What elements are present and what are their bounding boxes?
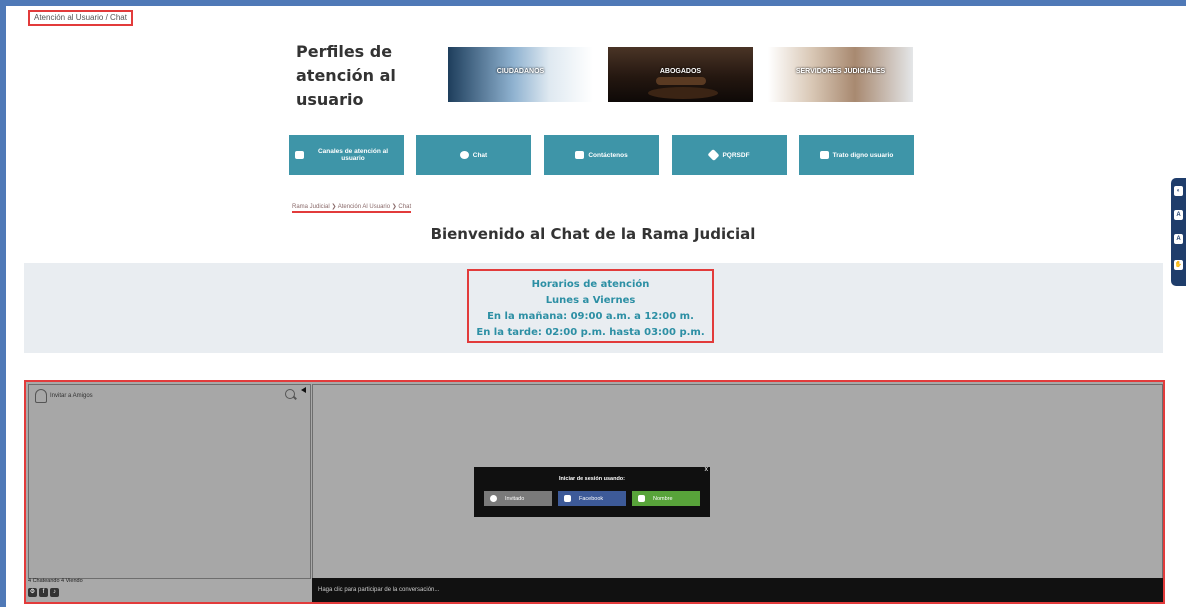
invite-friends-link[interactable]: Invitar a Amigos — [35, 389, 93, 403]
conversation-pane — [312, 384, 1163, 579]
hours-box: Horarios de atención Lunes a Viernes En … — [467, 269, 714, 343]
top-breadcrumb[interactable]: Atención al Usuario / Chat — [28, 10, 133, 26]
chat-bubble-icon — [490, 495, 497, 502]
nav-button-label: Chat — [472, 151, 488, 159]
user-list-pane: Invitar a Amigos — [28, 384, 311, 579]
login-title: Iniciar de sesión usando: — [558, 476, 626, 482]
nav-button-canales[interactable]: Canales de atención al usuario — [289, 135, 404, 175]
chat-tool-icons: ⚙ f ♪ — [28, 588, 59, 597]
hours-afternoon: En la tarde: 02:00 p.m. hasta 03:00 p.m. — [476, 327, 705, 338]
nav-button-trato-digno[interactable]: Trato digno usuario — [799, 135, 914, 175]
settings-icon[interactable]: ⚙ — [28, 588, 37, 597]
login-facebook-button[interactable]: Facebook — [558, 491, 626, 506]
nav-button-pqrsdf[interactable]: PQRSDF — [672, 135, 787, 175]
login-facebook-label: Facebook — [579, 495, 604, 502]
hours-morning: En la mañana: 09:00 a.m. a 12:00 m. — [487, 311, 694, 322]
login-guest-button[interactable]: Invitado — [484, 491, 552, 506]
sound-icon[interactable]: ♪ — [50, 588, 59, 597]
profile-card-servidores[interactable]: SERVIDORES JUDICIALES — [768, 47, 913, 102]
channels-icon — [295, 151, 304, 159]
profile-label: SERVIDORES JUDICIALES — [795, 68, 886, 75]
nav-button-contactenos[interactable]: Contáctenos — [544, 135, 659, 175]
hours-days: Lunes a Viernes — [545, 295, 636, 306]
search-icon[interactable] — [285, 389, 295, 399]
login-name-button[interactable]: Nombre — [632, 491, 700, 506]
hours-title: Horarios de atención — [531, 279, 650, 290]
user-icon — [638, 495, 645, 502]
sign-language-icon[interactable]: ✋ — [1174, 260, 1183, 270]
login-name-label: Nombre — [653, 495, 673, 502]
breadcrumb[interactable]: Rama Judicial ❯ Atención Al Usuario ❯ Ch… — [292, 203, 412, 213]
login-guest-label: Invitado — [505, 495, 525, 502]
chat-stats: 4 Chateando 4 Viendo — [28, 578, 83, 584]
nav-button-label: Trato digno usuario — [832, 151, 894, 159]
contrast-icon[interactable]: ◐ — [1174, 186, 1183, 196]
login-modal: x Iniciar de sesión usando: Invitado Fac… — [474, 466, 710, 517]
nav-button-label: Canales de atención al usuario — [317, 148, 389, 162]
add-user-icon — [35, 389, 47, 403]
profile-card-abogados[interactable]: ABOGADOS — [608, 47, 753, 102]
chat-icon — [459, 151, 469, 159]
close-icon[interactable]: x — [705, 466, 709, 473]
welcome-heading: Bienvenido al Chat de la Rama Judicial — [430, 225, 756, 243]
nav-button-chat[interactable]: Chat — [416, 135, 531, 175]
chat-footer-left: 4 Chateando 4 Viendo ⚙ f ♪ — [28, 578, 309, 602]
profile-card-ciudadanos[interactable]: CIUDADANOS — [448, 47, 593, 102]
people-icon — [819, 151, 829, 159]
chat-input[interactable]: Haga clic para participar de la conversa… — [312, 578, 1163, 602]
facebook-icon — [564, 495, 571, 502]
nav-button-label: PQRSDF — [722, 151, 750, 159]
nav-button-label: Contáctenos — [588, 151, 628, 159]
profile-label: ABOGADOS — [659, 68, 702, 75]
facebook-icon[interactable]: f — [39, 588, 48, 597]
font-decrease-button[interactable]: A — [1174, 234, 1183, 244]
font-increase-button[interactable]: A — [1174, 210, 1183, 220]
profile-label: CIUDADANOS — [496, 68, 545, 75]
accessibility-toolbar: ◐ A A ✋ — [1171, 178, 1186, 286]
gavel-image — [656, 77, 706, 85]
page-title: Perfiles de atención al usuario — [296, 42, 396, 109]
paperclip-icon — [707, 148, 720, 162]
mail-icon — [575, 151, 585, 159]
collapse-arrow-icon[interactable] — [301, 387, 306, 393]
invite-label: Invitar a Amigos — [50, 393, 93, 399]
gavel-base-image — [648, 87, 718, 99]
